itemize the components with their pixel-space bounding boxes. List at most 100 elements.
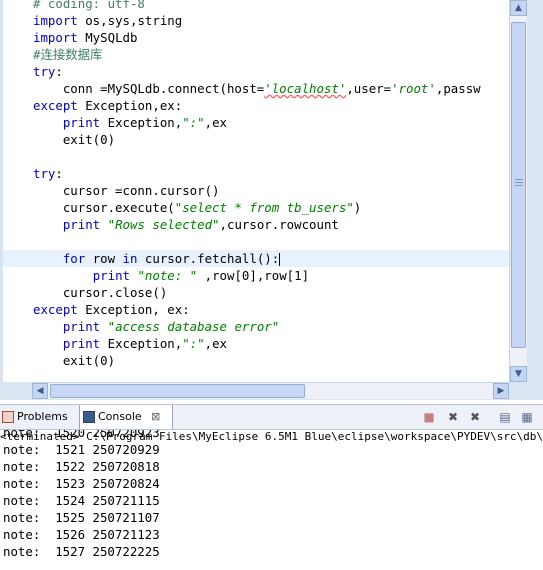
code-token: cursor.close() <box>33 285 168 300</box>
code-line[interactable]: # coding: utf-8 <box>3 0 145 12</box>
console-output[interactable]: note: 1520 250720923 note: 1521 250720929… <box>0 430 543 570</box>
code-token: Exception, ex: <box>77 302 190 317</box>
code-token: "access database error" <box>107 319 280 334</box>
code-token: ,row[0],row[1] <box>197 268 310 283</box>
code-token: except <box>33 302 78 317</box>
tab-problems[interactable]: Problems <box>2 405 74 429</box>
vertical-scroll-thumb[interactable] <box>511 22 526 348</box>
code-token: Exception,ex: <box>77 98 183 113</box>
code-token: exit(0) <box>33 353 116 368</box>
code-token: ,ex <box>204 115 227 130</box>
scroll-up-arrow-icon[interactable]: ▲ <box>510 0 527 16</box>
code-line[interactable] <box>3 233 33 250</box>
console-view-toolbar: Problems Console ⊠ ■ ✖ ✖ ▤ ▦ <box>0 404 543 430</box>
code-token: import <box>33 30 78 45</box>
code-line[interactable]: import MySQLdb <box>3 29 137 46</box>
code-line[interactable] <box>3 148 33 165</box>
code-token: in <box>122 251 138 266</box>
code-editor[interactable]: # coding: utf-8 import os,sys,string impor… <box>3 0 509 382</box>
scroll-down-arrow-icon[interactable]: ▼ <box>510 366 527 382</box>
code-line[interactable]: cursor =conn.cursor() <box>3 182 220 199</box>
close-icon[interactable]: ⊠ <box>151 410 160 423</box>
code-token: 'root' <box>391 81 436 96</box>
code-token: cursor =conn.cursor() <box>33 183 220 198</box>
tab-console-label: Console <box>98 410 142 423</box>
code-token: : <box>55 64 63 79</box>
code-line[interactable]: except Exception, ex: <box>3 301 190 318</box>
code-line[interactable]: print "Rows selected",cursor.rowcount <box>3 216 339 233</box>
code-line[interactable]: except Exception,ex: <box>3 97 182 114</box>
code-token: exit(0) <box>33 132 116 147</box>
code-line[interactable]: exit(0) <box>3 352 115 369</box>
code-token: Exception, <box>100 115 183 130</box>
code-token: ) <box>353 200 362 215</box>
code-token: print <box>62 319 101 334</box>
code-line[interactable]: try: <box>3 165 63 182</box>
code-token: for <box>62 251 86 266</box>
code-token: # coding: utf-8 <box>33 0 145 11</box>
code-token: import <box>33 13 78 28</box>
grip-line <box>515 185 523 186</box>
console-output-line: note: 1526 250721123 <box>3 527 160 542</box>
console-output-line: note: 1525 250721107 <box>3 510 160 525</box>
code-token: ,user= <box>346 81 392 96</box>
remove-all-terminated-icon[interactable]: ✖ <box>468 410 482 424</box>
scroll-lock-icon[interactable]: ▦ <box>520 410 534 424</box>
code-token: 'localhost' <box>264 81 347 96</box>
editor-frame: # coding: utf-8 import os,sys,string impor… <box>0 0 543 400</box>
grip-line <box>515 179 523 180</box>
code-line[interactable]: print "access database error" <box>3 318 279 335</box>
scroll-right-arrow-icon[interactable]: ▶ <box>493 383 509 399</box>
code-token: print <box>62 217 101 232</box>
code-token: try <box>33 166 56 181</box>
editor-horizontal-scrollbar[interactable]: ◀ ▶ <box>32 382 509 399</box>
code-token: ,cursor.rowcount <box>219 217 339 232</box>
console-output-line: note: 1522 250720818 <box>3 459 160 474</box>
code-token: except <box>33 98 78 113</box>
code-token: ,ex <box>204 336 227 351</box>
code-line[interactable]: import os,sys,string <box>3 12 182 29</box>
code-line[interactable]: cursor.close() <box>3 284 167 301</box>
code-token: print <box>92 268 130 283</box>
code-line[interactable]: for row in cursor.fetchall(): <box>3 250 509 267</box>
code-token: "note: " <box>137 268 198 283</box>
console-icon <box>83 411 95 423</box>
text-caret <box>279 253 281 266</box>
horizontal-scroll-thumb[interactable] <box>50 384 305 398</box>
code-line[interactable]: cursor.execute("select * from tb_users") <box>3 199 361 216</box>
console-output-line: note: 1524 250721115 <box>3 493 160 508</box>
code-line[interactable]: try: <box>3 63 63 80</box>
code-token: print <box>62 115 101 130</box>
clear-console-icon[interactable]: ▤ <box>498 410 512 424</box>
code-line[interactable]: print "note: " ,row[0],row[1] <box>3 267 309 284</box>
code-token: : <box>55 166 63 181</box>
tab-console[interactable]: Console ⊠ <box>79 405 173 429</box>
code-token: conn =MySQLdb.connect(host= <box>33 81 265 96</box>
problems-icon <box>2 411 14 423</box>
code-token: "select * from tb_users" <box>174 200 354 215</box>
code-line[interactable]: print Exception,":",ex <box>3 114 227 131</box>
code-token: #连接数据库 <box>33 47 103 62</box>
scroll-left-arrow-icon[interactable]: ◀ <box>32 383 48 399</box>
code-line[interactable]: #连接数据库 <box>3 46 102 63</box>
code-token: MySQLdb <box>77 30 138 45</box>
remove-launch-icon[interactable]: ✖ <box>446 410 460 424</box>
console-output-line: note: 1527 250722225 <box>3 544 160 559</box>
code-token: ":" <box>182 336 205 351</box>
code-token: cursor.fetchall(): <box>137 251 280 266</box>
terminate-icon[interactable]: ■ <box>422 410 436 424</box>
code-token: row <box>85 251 123 266</box>
code-line[interactable]: exit(0) <box>3 131 115 148</box>
code-line[interactable]: print Exception,":",ex <box>3 335 227 352</box>
console-output-line: note: 1523 250720824 <box>3 476 160 491</box>
code-line[interactable]: conn =MySQLdb.connect(host='localhost',u… <box>3 80 481 97</box>
editor-vertical-scrollbar[interactable]: ▲ ▼ <box>509 0 527 382</box>
